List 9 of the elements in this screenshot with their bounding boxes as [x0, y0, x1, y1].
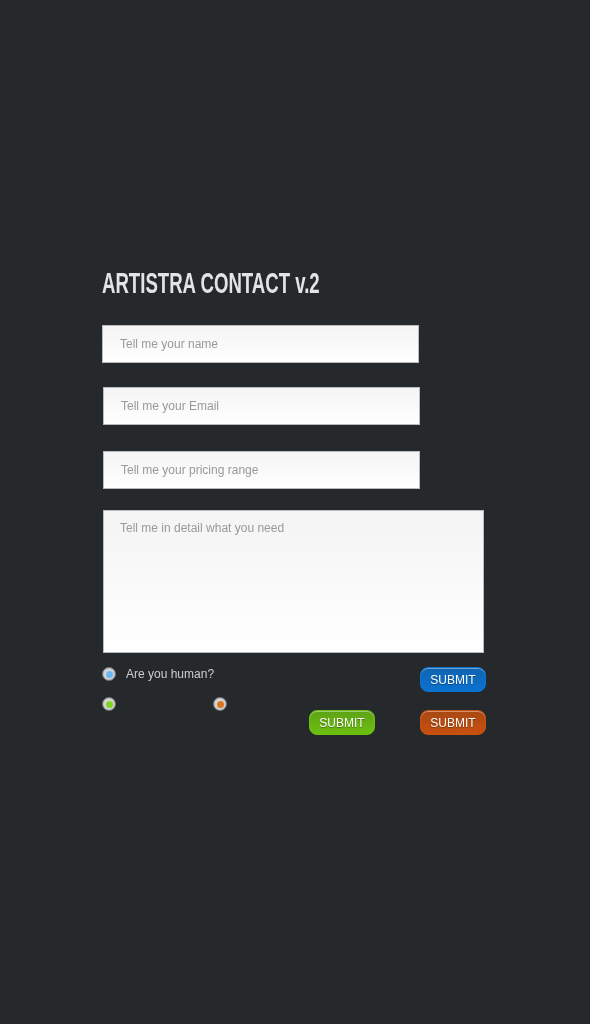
- message-field[interactable]: Tell me in detail what you need: [103, 510, 484, 653]
- input-field[interactable]: Tell me your name: [102, 325, 419, 363]
- input-field[interactable]: Tell me your pricing range: [103, 451, 420, 489]
- form-title: ARTISTRA CONTACT v.2: [102, 266, 320, 300]
- submit-button[interactable]: SUBMIT: [309, 710, 375, 735]
- input-field[interactable]: Tell me your Email: [103, 387, 420, 425]
- radio-label: Are you human?: [126, 667, 215, 681]
- submit-button[interactable]: SUBMIT: [420, 667, 486, 692]
- submit-button[interactable]: SUBMIT: [420, 710, 486, 735]
